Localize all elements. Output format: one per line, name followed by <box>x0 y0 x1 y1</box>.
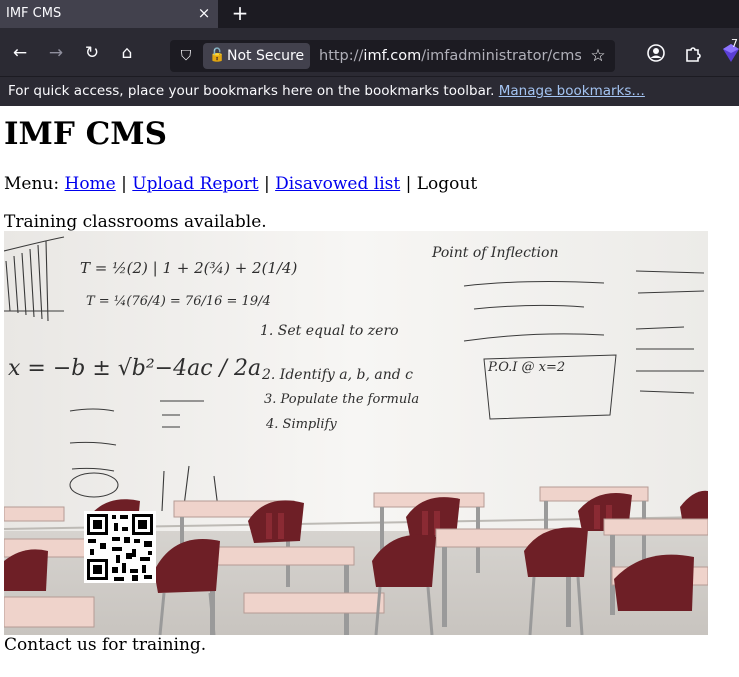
whiteboard-step-1: 1. Set equal to zero <box>260 323 399 339</box>
training-intro-text: Training classrooms available. <box>4 212 267 232</box>
page-title: IMF CMS <box>4 116 167 152</box>
page-content: IMF CMS Menu: Home | Upload Report | Dis… <box>0 106 739 677</box>
security-indicator[interactable]: 🔓 Not Secure <box>203 43 311 69</box>
close-tab-icon[interactable]: × <box>196 0 212 28</box>
url-text[interactable]: http://imf.com/imfadministrator/cms.p <box>319 40 581 72</box>
navigation-toolbar: ← → ↻ ⌂ ⛉ 🔓 Not Secure http://imf.com/im… <box>0 28 739 76</box>
menu-logout-text: Logout <box>416 174 478 194</box>
forward-arrow-icon[interactable]: → <box>45 42 67 64</box>
tab-title: IMF CMS <box>6 6 62 21</box>
tab-strip: IMF CMS × + <box>0 0 739 28</box>
url-prefix: http:// <box>319 48 364 64</box>
extensions-puzzle-icon[interactable] <box>684 43 704 63</box>
menu-home-link[interactable]: Home <box>65 174 116 194</box>
main-menu: Menu: Home | Upload Report | Disavowed l… <box>4 174 477 194</box>
bookmarks-hint: For quick access, place your bookmarks h… <box>8 83 495 99</box>
whiteboard-step-3: 3. Populate the formula <box>264 392 419 407</box>
menu-separator: | <box>263 174 270 194</box>
manage-bookmarks-link[interactable]: Manage bookmarks… <box>499 83 645 99</box>
menu-disavowed-list-link[interactable]: Disavowed list <box>275 174 400 194</box>
whiteboard-example-2: T = ¼(76/4) = 76/16 = 19/4 <box>86 294 271 309</box>
new-tab-icon[interactable]: + <box>229 0 251 28</box>
extension-badge: 7 <box>731 37 738 50</box>
qr-code <box>84 511 156 583</box>
account-icon[interactable] <box>646 43 666 63</box>
whiteboard-example-1: T = ½(2) | 1 + 2(¾) + 2(1/4) <box>80 259 298 277</box>
security-label: Not Secure <box>227 48 305 64</box>
url-host: imf.com <box>363 48 422 64</box>
whiteboard-step-4: 4. Simplify <box>265 417 337 432</box>
insecure-lock-icon: 🔓 <box>209 48 226 63</box>
poi-note: P.O.I @ x=2 <box>487 360 565 375</box>
bookmark-star-icon[interactable]: ☆ <box>587 45 609 67</box>
menu-upload-report-link[interactable]: Upload Report <box>132 174 258 194</box>
menu-label: Menu: <box>4 174 60 194</box>
whiteboard-step-2: 2. Identify a, b, and c <box>261 367 413 383</box>
bookmarks-toolbar: For quick access, place your bookmarks h… <box>0 76 739 106</box>
classroom-photo: T = ½(2) | 1 + 2(¾) + 2(1/4) T = ¼(76/4)… <box>4 231 708 635</box>
quadratic-formula: x = −b ± √b²−4ac / 2a <box>8 356 261 381</box>
point-of-inflection-title: Point of Inflection <box>431 245 558 261</box>
tracking-protection-shield-icon[interactable]: ⛉ <box>176 46 196 66</box>
reload-icon[interactable]: ↻ <box>81 42 103 64</box>
url-path: /imfadministrator/cms.p <box>421 48 581 64</box>
url-bar[interactable]: ⛉ 🔓 Not Secure http://imf.com/imfadminis… <box>170 40 615 72</box>
home-icon[interactable]: ⌂ <box>116 42 138 64</box>
menu-separator: | <box>121 174 127 194</box>
menu-separator: | <box>405 174 412 194</box>
contact-training-text: Contact us for training. <box>4 635 207 655</box>
tab-imf-cms[interactable]: IMF CMS <box>0 0 218 28</box>
back-arrow-icon[interactable]: ← <box>9 42 31 64</box>
